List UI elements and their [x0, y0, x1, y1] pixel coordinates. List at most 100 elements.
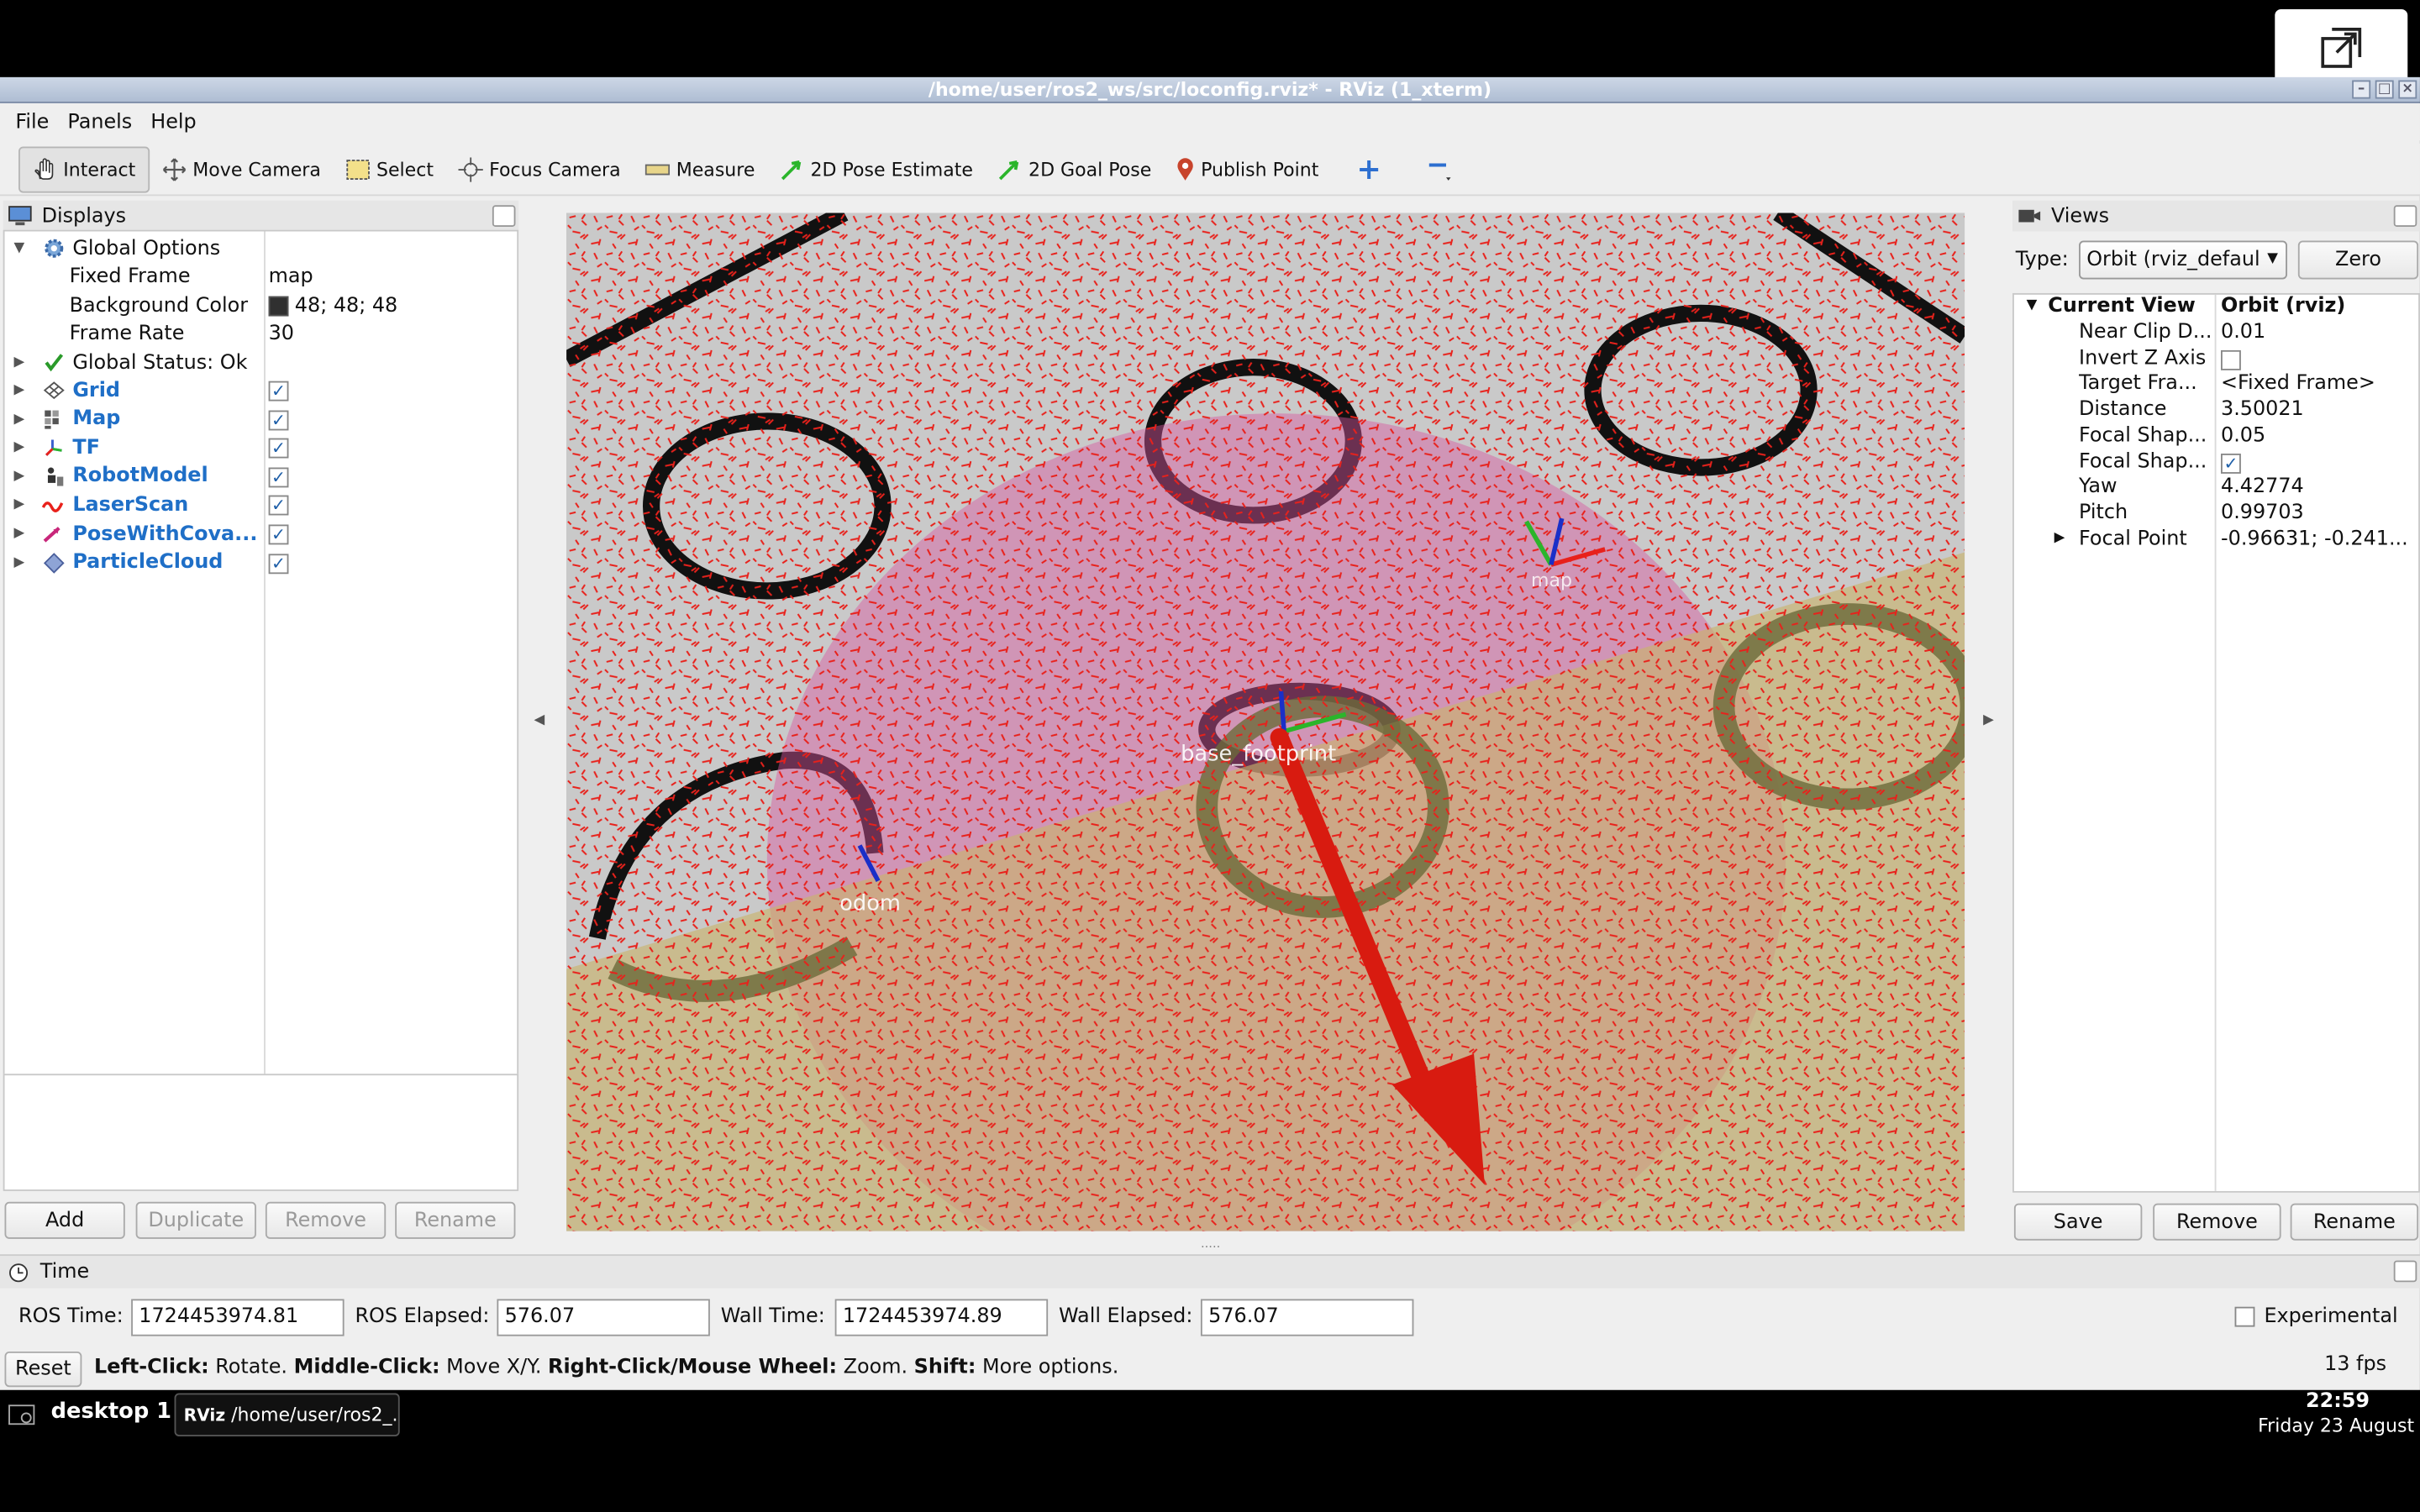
goal-pose-tool-button[interactable]: 2D Goal Pose [986, 146, 1164, 192]
gear-icon [42, 237, 66, 260]
focus-camera-tool-button[interactable]: Focus Camera [446, 146, 634, 192]
float-panel-button[interactable] [2393, 205, 2417, 227]
minimize-button[interactable]: – [2352, 80, 2371, 99]
current-view-row[interactable]: ▼ Current View Orbit (rviz) [2014, 295, 2418, 321]
tree-row-fixed-frame[interactable]: Fixed Frame map [5, 262, 518, 290]
collapsed-arrow-icon[interactable]: ▶ [14, 497, 25, 512]
rename-view-button[interactable]: Rename [2290, 1203, 2419, 1241]
view-prop-row[interactable]: Distance 3.50021 [2014, 398, 2418, 424]
measure-tool-button[interactable]: Measure [633, 146, 767, 192]
fixed-frame-value[interactable]: map [269, 265, 313, 288]
invert-z-checkbox[interactable] [2221, 349, 2241, 370]
menu-help[interactable]: Help [141, 110, 205, 134]
collapsed-arrow-icon[interactable]: ▶ [14, 469, 25, 484]
view-type-select[interactable]: Orbit (rviz_defaul ▼ [2079, 240, 2287, 280]
maximize-button[interactable]: □ [2375, 80, 2394, 99]
menu-file[interactable]: File [6, 110, 58, 134]
tree-row-global-status[interactable]: ▶ Global Status: Ok [5, 349, 518, 376]
view-prop-row[interactable]: Pitch 0.99703 [2014, 501, 2418, 528]
tree-row-background-color[interactable]: Background Color 48; 48; 48 [5, 291, 518, 319]
display-item-grid[interactable]: ▶ Grid ✓ [5, 376, 518, 404]
pose-estimate-tool-button[interactable]: 2D Pose Estimate [767, 146, 986, 192]
zero-button[interactable]: Zero [2297, 240, 2419, 280]
menu-panels[interactable]: Panels [58, 110, 141, 134]
enable-checkbox[interactable]: ✓ [268, 524, 289, 545]
view-prop-value[interactable]: 3.50021 [2221, 398, 2304, 422]
add-tool-button[interactable] [1346, 146, 1392, 192]
ros-elapsed-field[interactable]: 576.07 [497, 1299, 710, 1336]
collapsed-arrow-icon[interactable]: ▶ [14, 440, 25, 455]
ros-time-field[interactable]: 1724453974.81 [131, 1299, 345, 1336]
add-display-button[interactable]: Add [4, 1201, 125, 1239]
view-prop-value[interactable]: 0.01 [2221, 321, 2265, 344]
float-panel-button[interactable] [492, 205, 516, 227]
view-prop-value[interactable]: <Fixed Frame> [2221, 372, 2375, 396]
collapsed-arrow-icon[interactable]: ▶ [14, 526, 25, 541]
expanded-arrow-icon[interactable]: ▼ [2027, 297, 2038, 312]
focal-shape-checkbox[interactable]: ✓ [2221, 453, 2241, 473]
enable-checkbox[interactable]: ✓ [268, 409, 289, 430]
enable-checkbox[interactable]: ✓ [268, 553, 289, 574]
status-bar: Reset Left-Click: Rotate. Middle-Click: … [0, 1347, 2420, 1389]
time-title: Time [39, 1260, 90, 1284]
view-prop-row[interactable]: Focal Shap... 0.05 [2014, 424, 2418, 450]
display-item-posewithcova[interactable]: ▶ PoseWithCova... ✓ [5, 520, 518, 548]
tree-row-global-options[interactable]: ▼ Global Options [5, 234, 518, 262]
background-color-value-cell[interactable]: 48; 48; 48 [268, 294, 397, 317]
desktop-label[interactable]: desktop 1 [51, 1399, 171, 1424]
render-viewport[interactable]: base_footprint odom map [566, 213, 1965, 1231]
view-prop-row[interactable]: Focal Shap... ✓ [2014, 449, 2418, 475]
display-item-robotmodel[interactable]: ▶ RobotModel ✓ [5, 463, 518, 491]
enable-checkbox[interactable]: ✓ [268, 381, 289, 402]
view-prop-row[interactable]: Yaw 4.42774 [2014, 475, 2418, 501]
view-prop-row[interactable]: Invert Z Axis [2014, 347, 2418, 373]
duplicate-display-button[interactable]: Duplicate [135, 1201, 256, 1239]
select-tool-button[interactable]: Select [334, 146, 446, 192]
remove-tool-button[interactable] [1414, 146, 1466, 192]
clock-time: 22:59 [2306, 1389, 2370, 1414]
save-view-button[interactable]: Save [2013, 1203, 2143, 1241]
interact-tool-button[interactable]: Interact [18, 145, 150, 192]
display-item-tf[interactable]: ▶ TF ✓ [5, 433, 518, 461]
window-titlebar[interactable]: /home/user/ros2_ws/src/loconfig.rviz* - … [0, 76, 2420, 104]
display-item-map[interactable]: ▶ Map ✓ [5, 405, 518, 433]
enable-checkbox[interactable]: ✓ [268, 438, 289, 459]
view-prop-value[interactable]: 0.05 [2221, 424, 2265, 448]
view-prop-value[interactable]: 0.99703 [2221, 501, 2304, 525]
display-item-laserscan[interactable]: ▶ LaserScan ✓ [5, 491, 518, 519]
publish-point-tool-button[interactable]: Publish Point [1164, 146, 1331, 192]
scene-canvas[interactable]: base_footprint odom map [566, 213, 1965, 1231]
close-button[interactable]: × [2398, 80, 2417, 99]
collapsed-arrow-icon[interactable]: ▶ [14, 383, 25, 398]
view-prop-row[interactable]: Target Fra... <Fixed Frame> [2014, 372, 2418, 398]
rename-display-button[interactable]: Rename [395, 1201, 516, 1239]
move-camera-tool-button[interactable]: Move Camera [150, 146, 334, 192]
view-prop-value[interactable]: -0.96631; -0.241... [2221, 527, 2408, 550]
wall-time-field[interactable]: 1724453974.89 [834, 1299, 1049, 1336]
tree-row-frame-rate[interactable]: Frame Rate 30 [5, 319, 518, 347]
collapse-right-arrow-icon[interactable]: ▶ [1983, 713, 1994, 728]
experimental-checkbox[interactable] [2234, 1306, 2255, 1327]
view-prop-row[interactable]: ▶ Focal Point -0.96631; -0.241... [2014, 527, 2418, 553]
collapsed-arrow-icon[interactable]: ▶ [2054, 530, 2065, 545]
remove-display-button[interactable]: Remove [265, 1201, 387, 1239]
enable-checkbox[interactable]: ✓ [268, 467, 289, 488]
collapsed-arrow-icon[interactable]: ▶ [14, 354, 25, 370]
wall-elapsed-field[interactable]: 576.07 [1200, 1299, 1414, 1336]
frame-rate-value[interactable]: 30 [269, 322, 294, 345]
collapsed-arrow-icon[interactable]: ▶ [14, 412, 25, 427]
remove-view-button[interactable]: Remove [2153, 1203, 2281, 1241]
restore-window-button[interactable] [2275, 9, 2408, 87]
display-item-particlecloud[interactable]: ▶ ParticleCloud ✓ [5, 549, 518, 576]
reset-button[interactable]: Reset [4, 1351, 82, 1388]
splitter-handle[interactable]: ····· [1201, 1241, 1220, 1255]
expanded-arrow-icon[interactable]: ▼ [14, 241, 25, 256]
search-icon[interactable] [8, 1404, 39, 1428]
float-panel-button[interactable] [2393, 1260, 2417, 1283]
view-prop-row[interactable]: Near Clip D... 0.01 [2014, 321, 2418, 347]
collapsed-arrow-icon[interactable]: ▶ [14, 554, 25, 570]
enable-checkbox[interactable]: ✓ [268, 496, 289, 517]
collapse-left-arrow-icon[interactable]: ◀ [534, 713, 544, 728]
task-button[interactable]: RViz /home/user/ros2_... [174, 1393, 400, 1436]
view-prop-value[interactable]: 4.42774 [2221, 475, 2304, 499]
